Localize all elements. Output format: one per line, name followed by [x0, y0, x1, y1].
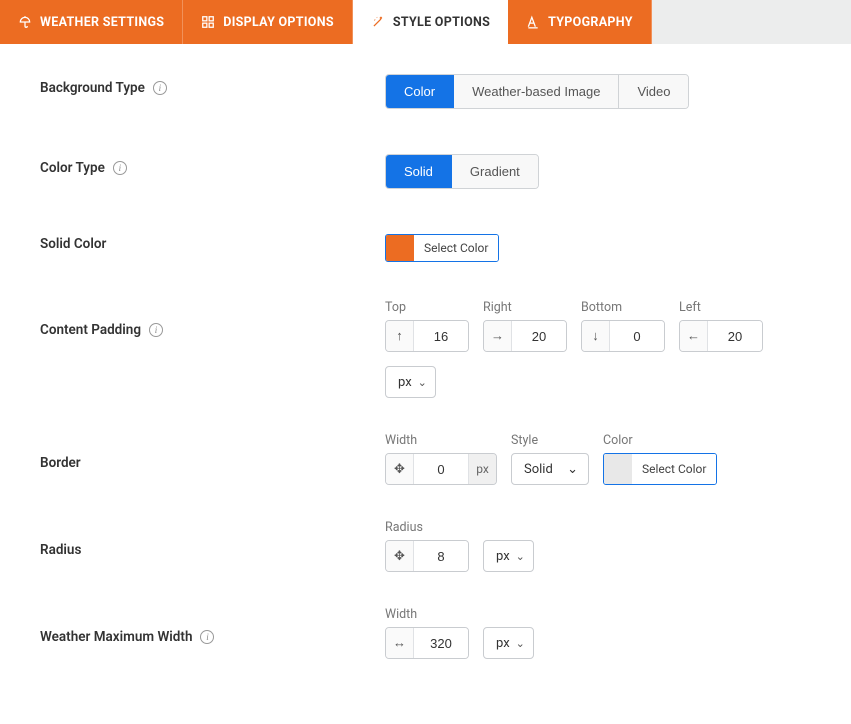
chevron-down-icon: ⌄: [418, 376, 427, 389]
solid-color-picker[interactable]: Select Color: [385, 234, 499, 262]
padding-unit-select[interactable]: px ⌄: [385, 366, 436, 398]
row-border: Border Width ✥ px Style Solid ⌄: [40, 433, 821, 485]
field-label: Border: [40, 455, 81, 471]
padding-top-input-wrap: ↑: [385, 320, 469, 352]
unit-value: px: [496, 636, 510, 651]
info-icon[interactable]: i: [153, 81, 167, 95]
border-width-input[interactable]: [414, 454, 468, 484]
padding-top-input[interactable]: [414, 321, 468, 351]
tab-bar: WEATHER SETTINGS DISPLAY OPTIONS STYLE O…: [0, 0, 851, 44]
color-swatch-icon: [604, 454, 632, 484]
color-type-solid-button[interactable]: Solid: [386, 155, 452, 188]
tab-label: STYLE OPTIONS: [393, 15, 490, 30]
field-label: Radius: [40, 542, 81, 558]
color-type-gradient-button[interactable]: Gradient: [452, 155, 538, 188]
tab-typography[interactable]: TYPOGRAPHY: [508, 0, 652, 44]
bg-type-weather-image-button[interactable]: Weather-based Image: [454, 75, 619, 108]
tab-label: WEATHER SETTINGS: [40, 15, 164, 30]
tab-label: DISPLAY OPTIONS: [223, 15, 334, 30]
color-swatch-icon: [386, 235, 414, 261]
arrow-left-icon: ←: [680, 321, 708, 351]
padding-left-input[interactable]: [708, 321, 762, 351]
segmented-color-type: Solid Gradient: [385, 154, 539, 189]
umbrella-icon: [18, 15, 32, 29]
row-max-width: Weather Maximum Width i Width ↔ px ⌄: [40, 607, 821, 659]
border-color-picker[interactable]: Select Color: [603, 453, 717, 485]
panel-style-options: Background Type i Color Weather-based Im…: [0, 44, 851, 724]
field-label: Solid Color: [40, 236, 106, 252]
select-color-label: Select Color: [414, 235, 498, 261]
padding-left-input-wrap: ←: [679, 320, 763, 352]
move-icon: ✥: [386, 541, 414, 571]
padding-right-input[interactable]: [512, 321, 566, 351]
info-icon[interactable]: i: [113, 161, 127, 175]
row-content-padding: Content Padding i Top ↑ Right →: [40, 300, 821, 398]
arrow-down-icon: ↓: [582, 321, 610, 351]
chevron-down-icon: ⌄: [516, 637, 525, 650]
padding-right-label: Right: [483, 300, 567, 315]
maxw-input[interactable]: [414, 628, 468, 658]
bg-type-video-button[interactable]: Video: [619, 75, 688, 108]
border-style-value: Solid: [524, 462, 553, 477]
typography-icon: [526, 15, 540, 29]
arrow-right-icon: →: [484, 321, 512, 351]
grid-icon: [201, 15, 215, 29]
wand-icon: [371, 15, 385, 29]
radius-unit-select[interactable]: px ⌄: [483, 540, 534, 572]
info-icon[interactable]: i: [200, 630, 214, 644]
arrow-up-icon: ↑: [386, 321, 414, 351]
field-label: Content Padding: [40, 322, 141, 338]
field-label: Background Type: [40, 80, 145, 96]
maxw-label: Width: [385, 607, 469, 622]
unit-value: px: [496, 549, 510, 564]
radius-input-wrap: ✥: [385, 540, 469, 572]
padding-bottom-input[interactable]: [610, 321, 664, 351]
row-solid-color: Solid Color Select Color: [40, 234, 821, 265]
chevron-down-icon: ⌄: [516, 550, 525, 563]
border-width-label: Width: [385, 433, 497, 448]
row-radius: Radius Radius ✥ px ⌄: [40, 520, 821, 572]
padding-right-input-wrap: →: [483, 320, 567, 352]
border-style-select[interactable]: Solid ⌄: [511, 453, 589, 485]
select-color-label: Select Color: [632, 454, 716, 484]
tab-weather-settings[interactable]: WEATHER SETTINGS: [0, 0, 183, 44]
padding-top-label: Top: [385, 300, 469, 315]
field-label: Color Type: [40, 160, 105, 176]
field-label: Weather Maximum Width: [40, 629, 192, 645]
bg-type-color-button[interactable]: Color: [386, 75, 454, 108]
maxw-input-wrap: ↔: [385, 627, 469, 659]
chevron-down-icon: ⌄: [567, 462, 578, 477]
border-style-label: Style: [511, 433, 589, 448]
border-width-unit: px: [468, 454, 496, 484]
row-color-type: Color Type i Solid Gradient: [40, 154, 821, 189]
maxw-unit-select[interactable]: px ⌄: [483, 627, 534, 659]
unit-value: px: [398, 375, 412, 390]
info-icon[interactable]: i: [149, 323, 163, 337]
border-color-label: Color: [603, 433, 717, 448]
radius-label: Radius: [385, 520, 469, 535]
tab-display-options[interactable]: DISPLAY OPTIONS: [183, 0, 353, 44]
segmented-background-type: Color Weather-based Image Video: [385, 74, 689, 109]
arrow-horizontal-icon: ↔: [386, 628, 414, 658]
border-width-input-wrap: ✥ px: [385, 453, 497, 485]
padding-bottom-label: Bottom: [581, 300, 665, 315]
tab-label: TYPOGRAPHY: [548, 15, 633, 30]
radius-input[interactable]: [414, 541, 468, 571]
padding-left-label: Left: [679, 300, 763, 315]
padding-bottom-input-wrap: ↓: [581, 320, 665, 352]
tab-style-options[interactable]: STYLE OPTIONS: [353, 0, 508, 44]
move-icon: ✥: [386, 454, 414, 484]
row-background-type: Background Type i Color Weather-based Im…: [40, 74, 821, 109]
